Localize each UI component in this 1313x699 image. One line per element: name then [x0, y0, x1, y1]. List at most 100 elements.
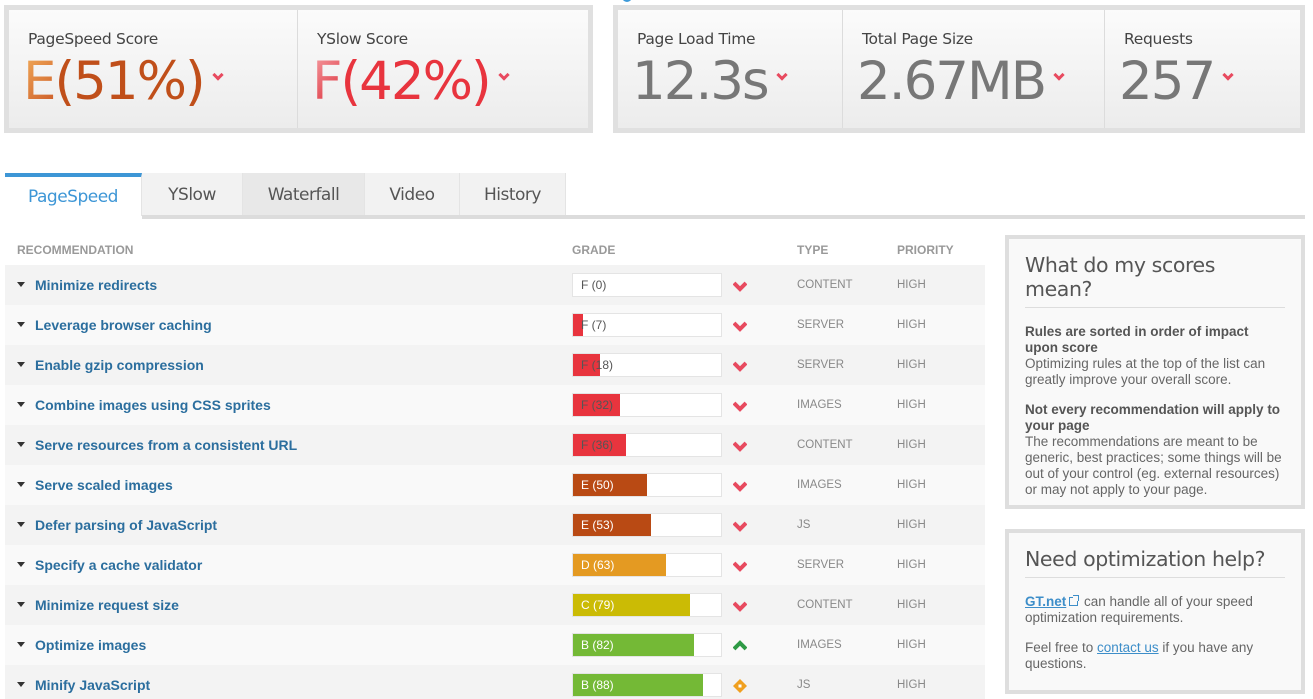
pagespeed-percent: (51%) [54, 51, 206, 112]
yslow-score-label: YSlow Score [317, 30, 408, 48]
trend-down-icon [732, 399, 748, 412]
page-size-label: Total Page Size [862, 30, 973, 48]
tab-waterfall[interactable]: Waterfall [243, 173, 365, 216]
recommendation-name[interactable]: Combine images using CSS sprites [35, 397, 271, 413]
external-link-icon [1069, 595, 1080, 606]
recommendation-row[interactable]: Minimize redirects F (0) CONTENT HIGH [5, 265, 985, 305]
recommendation-row[interactable]: Serve resources from a consistent URL F (… [5, 425, 985, 465]
recommendation-priority: HIGH [897, 439, 926, 451]
optimization-help-paragraph-1: GT.net can handle all of your speed opti… [1025, 594, 1285, 626]
recommendation-priority: HIGH [897, 399, 926, 411]
grade-bar-label: C (79) [581, 598, 615, 612]
pagespeed-grade-letter: E [23, 51, 56, 112]
trend-down-icon [732, 479, 748, 492]
load-time-label: Page Load Time [637, 30, 756, 48]
pagespeed-score-label: PageSpeed Score [28, 30, 158, 48]
recommendation-name[interactable]: Minimize request size [35, 597, 179, 613]
recommendation-name[interactable]: Leverage browser caching [35, 317, 212, 333]
recommendation-name[interactable]: Defer parsing of JavaScript [35, 517, 217, 533]
expand-caret-icon[interactable] [17, 482, 25, 487]
recommendation-name[interactable]: Minimize redirects [35, 277, 157, 293]
optimization-help-box: Need optimization help? GT.net can handl… [1005, 529, 1305, 694]
recommendation-row[interactable]: Minify JavaScript B (88) JS HIGH [5, 665, 985, 699]
trend-down-icon [732, 279, 748, 292]
tab-pagespeed[interactable]: PageSpeed [5, 173, 142, 216]
trend-down-icon [732, 359, 748, 372]
recommendation-name[interactable]: Optimize images [35, 637, 146, 653]
expand-caret-icon[interactable] [17, 282, 25, 287]
trend-down-icon [732, 519, 748, 532]
scores-info-heading-1: Rules are sorted in order of impact upon… [1025, 324, 1249, 355]
requests-value: 257 [1119, 51, 1216, 112]
requests-value-wrap: 257 [1119, 50, 1234, 114]
recommendation-name[interactable]: Specify a cache validator [35, 557, 202, 573]
recommendation-row[interactable]: Optimize images B (82) IMAGES HIGH [5, 625, 985, 665]
recommendation-list: Minimize redirects F (0) CONTENT HIGH Levera… [5, 265, 985, 699]
optimization-help-title: Need optimization help? [1025, 547, 1285, 578]
yslow-grade-letter: F [312, 51, 342, 112]
scores-info-text-1: Optimizing rules at the top of the list … [1025, 356, 1266, 387]
recommendation-type: CONTENT [797, 439, 853, 451]
trend-down-icon [732, 439, 748, 452]
grade-bar-label: D (63) [581, 558, 615, 572]
header-grade: GRADE [572, 243, 616, 257]
report-tabs: PageSpeed YSlow Waterfall Video History [5, 173, 566, 216]
recommendation-type: IMAGES [797, 399, 842, 411]
contact-us-link[interactable]: contact us [1097, 640, 1159, 655]
tab-yslow[interactable]: YSlow [142, 173, 243, 216]
grade-bar: F (0) [572, 273, 722, 297]
trend-down-icon [497, 69, 510, 81]
recommendation-priority: HIGH [897, 479, 926, 491]
page-size-card: Total Page Size 2.67MB [843, 10, 1105, 128]
grade-bar: B (82) [572, 633, 722, 657]
requests-card: Requests 257 [1105, 10, 1300, 128]
grade-bar: F (36) [572, 433, 722, 457]
recommendation-row[interactable]: Defer parsing of JavaScript E (53) JS HIGH [5, 505, 985, 545]
grade-bar-label: F (18) [581, 358, 614, 372]
expand-caret-icon[interactable] [17, 602, 25, 607]
grade-bar-label: F (0) [581, 278, 607, 292]
grade-bar: B (88) [572, 673, 722, 697]
expand-caret-icon[interactable] [17, 562, 25, 567]
recommendation-row[interactable]: Serve scaled images E (50) IMAGES HIGH [5, 465, 985, 505]
recommendation-row[interactable]: Enable gzip compression F (18) SERVER HIGH [5, 345, 985, 385]
expand-caret-icon[interactable] [17, 322, 25, 327]
yslow-percent: (42%) [340, 51, 492, 112]
expand-caret-icon[interactable] [17, 362, 25, 367]
recommendation-row[interactable]: Leverage browser caching F (7) SERVER HIGH [5, 305, 985, 345]
header-type: TYPE [797, 243, 829, 257]
expand-caret-icon[interactable] [17, 522, 25, 527]
recommendation-row[interactable]: Combine images using CSS sprites F (32) IM… [5, 385, 985, 425]
recommendation-priority: HIGH [897, 319, 926, 331]
grade-bar-label: B (88) [581, 678, 614, 692]
recommendation-priority: HIGH [897, 559, 926, 571]
tab-video[interactable]: Video [365, 173, 460, 216]
expand-caret-icon[interactable] [17, 642, 25, 647]
recommendation-priority: HIGH [897, 359, 926, 371]
gtnet-link[interactable]: GT.net [1025, 594, 1066, 609]
recommendation-name[interactable]: Serve scaled images [35, 477, 173, 493]
recommendation-type: IMAGES [797, 479, 842, 491]
recommendation-priority: HIGH [897, 279, 926, 291]
expand-caret-icon[interactable] [17, 402, 25, 407]
expand-caret-icon[interactable] [17, 682, 25, 687]
recommendation-row[interactable]: Minimize request size C (79) CONTENT HIGH [5, 585, 985, 625]
scores-info-paragraph-1: Rules are sorted in order of impact upon… [1025, 324, 1285, 388]
trend-down-icon [775, 69, 788, 81]
trend-neutral-icon [733, 679, 747, 693]
trend-down-icon [732, 559, 748, 572]
expand-caret-icon[interactable] [17, 442, 25, 447]
scores-info-paragraph-2: Not every recommendation will apply to y… [1025, 402, 1285, 498]
recommendation-type: JS [797, 679, 811, 691]
recommendation-row[interactable]: Specify a cache validator D (63) SERVER HIG… [5, 545, 985, 585]
recommendation-name[interactable]: Serve resources from a consistent URL [35, 437, 297, 453]
page-size-value-wrap: 2.67MB [857, 50, 1065, 114]
header-recommendation: RECOMMENDATION [17, 243, 134, 257]
tab-history[interactable]: History [460, 173, 566, 216]
grade-bar: F (18) [572, 353, 722, 377]
recommendation-type: SERVER [797, 319, 845, 331]
recommendation-name[interactable]: Enable gzip compression [35, 357, 204, 373]
recommendation-name[interactable]: Minify JavaScript [35, 677, 150, 693]
grade-bar-label: F (7) [581, 318, 607, 332]
yslow-score-card: YSlow Score F (42%) [298, 10, 588, 128]
